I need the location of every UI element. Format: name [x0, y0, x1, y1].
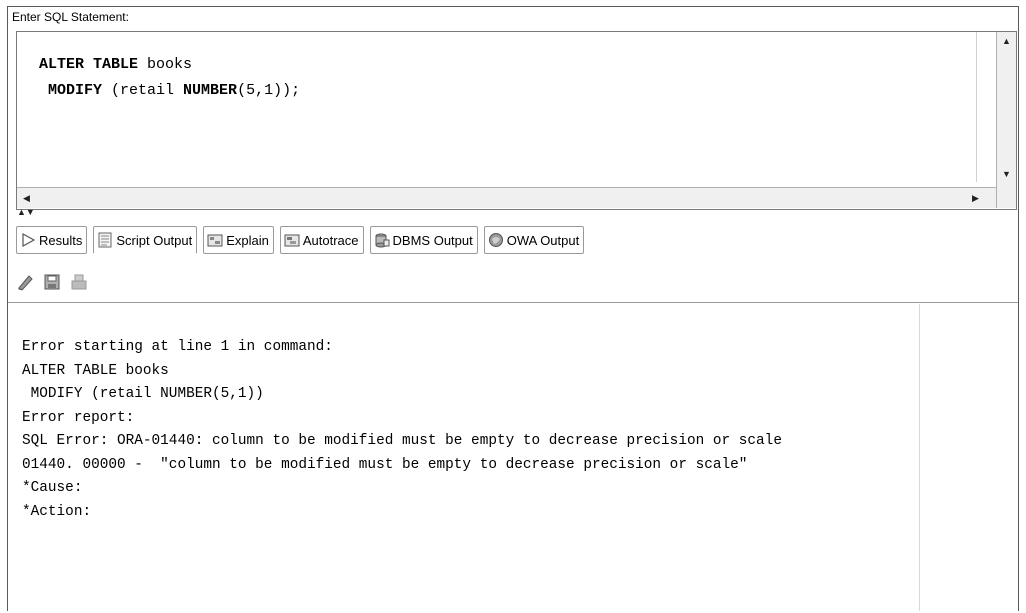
output-tabs: Results Script Output Explain Autotrace … [16, 226, 585, 256]
script-output-icon [97, 232, 113, 248]
tab-dbms-output[interactable]: DBMS Output [369, 226, 478, 254]
tab-autotrace[interactable]: Autotrace [279, 226, 364, 254]
owa-output-icon [488, 232, 504, 248]
script-output-text: Error starting at line 1 in command: ALTE… [22, 336, 782, 524]
sql-keyword: ALTER TABLE [39, 56, 139, 73]
output-line: *Cause: [22, 480, 83, 496]
toolbar-divider [8, 302, 1018, 303]
eraser-icon[interactable] [16, 273, 34, 291]
editor-horizontal-scrollbar[interactable]: ◀ ▶ [17, 187, 996, 208]
tab-label: Explain [226, 232, 269, 248]
autotrace-icon [284, 232, 300, 248]
editor-margin-line [976, 32, 977, 182]
dbms-output-icon [374, 232, 390, 248]
tab-owa-output[interactable]: OWA Output [483, 226, 585, 254]
scroll-right-arrow-icon[interactable]: ▶ [966, 189, 985, 207]
output-line: Error report: [22, 409, 135, 426]
save-icon[interactable] [43, 273, 61, 291]
tab-label: Results [39, 232, 83, 248]
scroll-down-arrow-icon[interactable]: ▼ [997, 165, 1016, 183]
output-line: 01440. 00000 - "column to be modified mu… [22, 456, 748, 473]
output-line: SQL Error: ORA-01440: column to be modif… [22, 433, 782, 449]
tab-results[interactable]: Results [16, 226, 88, 254]
tab-label: OWA Output [506, 232, 580, 248]
output-line: MODIFY (retail NUMBER(5,1)) [22, 386, 264, 402]
play-triangle-icon [20, 232, 36, 248]
sql-text: (retail [102, 82, 184, 99]
output-line: Error starting at line 1 in command: [22, 339, 333, 355]
tab-label: Autotrace [302, 232, 359, 248]
tab-script-output[interactable]: Script Output [93, 226, 198, 254]
panel-splitter-arrows-icon[interactable]: ▲▼ [17, 208, 35, 217]
sql-keyword: MODIFY [48, 82, 103, 99]
sql-statement-label: Enter SQL Statement: [12, 10, 129, 24]
tab-label: DBMS Output [392, 232, 473, 248]
output-line: *Action: [22, 503, 92, 520]
print-icon[interactable] [70, 273, 88, 291]
output-toolbar [16, 270, 88, 294]
output-line: ALTER TABLE books [22, 362, 169, 379]
scroll-up-arrow-icon[interactable]: ▲ [997, 32, 1016, 50]
explain-plan-icon [207, 232, 223, 248]
sql-keyword: NUMBER [183, 82, 238, 99]
sql-text: (5,1)); [237, 82, 301, 99]
output-margin-line [919, 304, 920, 611]
tab-explain[interactable]: Explain [203, 226, 274, 254]
tab-label: Script Output [116, 232, 193, 248]
sql-editor-text[interactable]: ALTER TABLE books MODIFY (retail NUMBER(… [39, 52, 300, 104]
sql-editor[interactable]: ALTER TABLE books MODIFY (retail NUMBER(… [16, 31, 1017, 210]
sql-text: books [138, 56, 193, 73]
scroll-left-arrow-icon[interactable]: ◀ [17, 189, 36, 207]
editor-vertical-scrollbar[interactable]: ▲ ▼ [996, 32, 1016, 208]
